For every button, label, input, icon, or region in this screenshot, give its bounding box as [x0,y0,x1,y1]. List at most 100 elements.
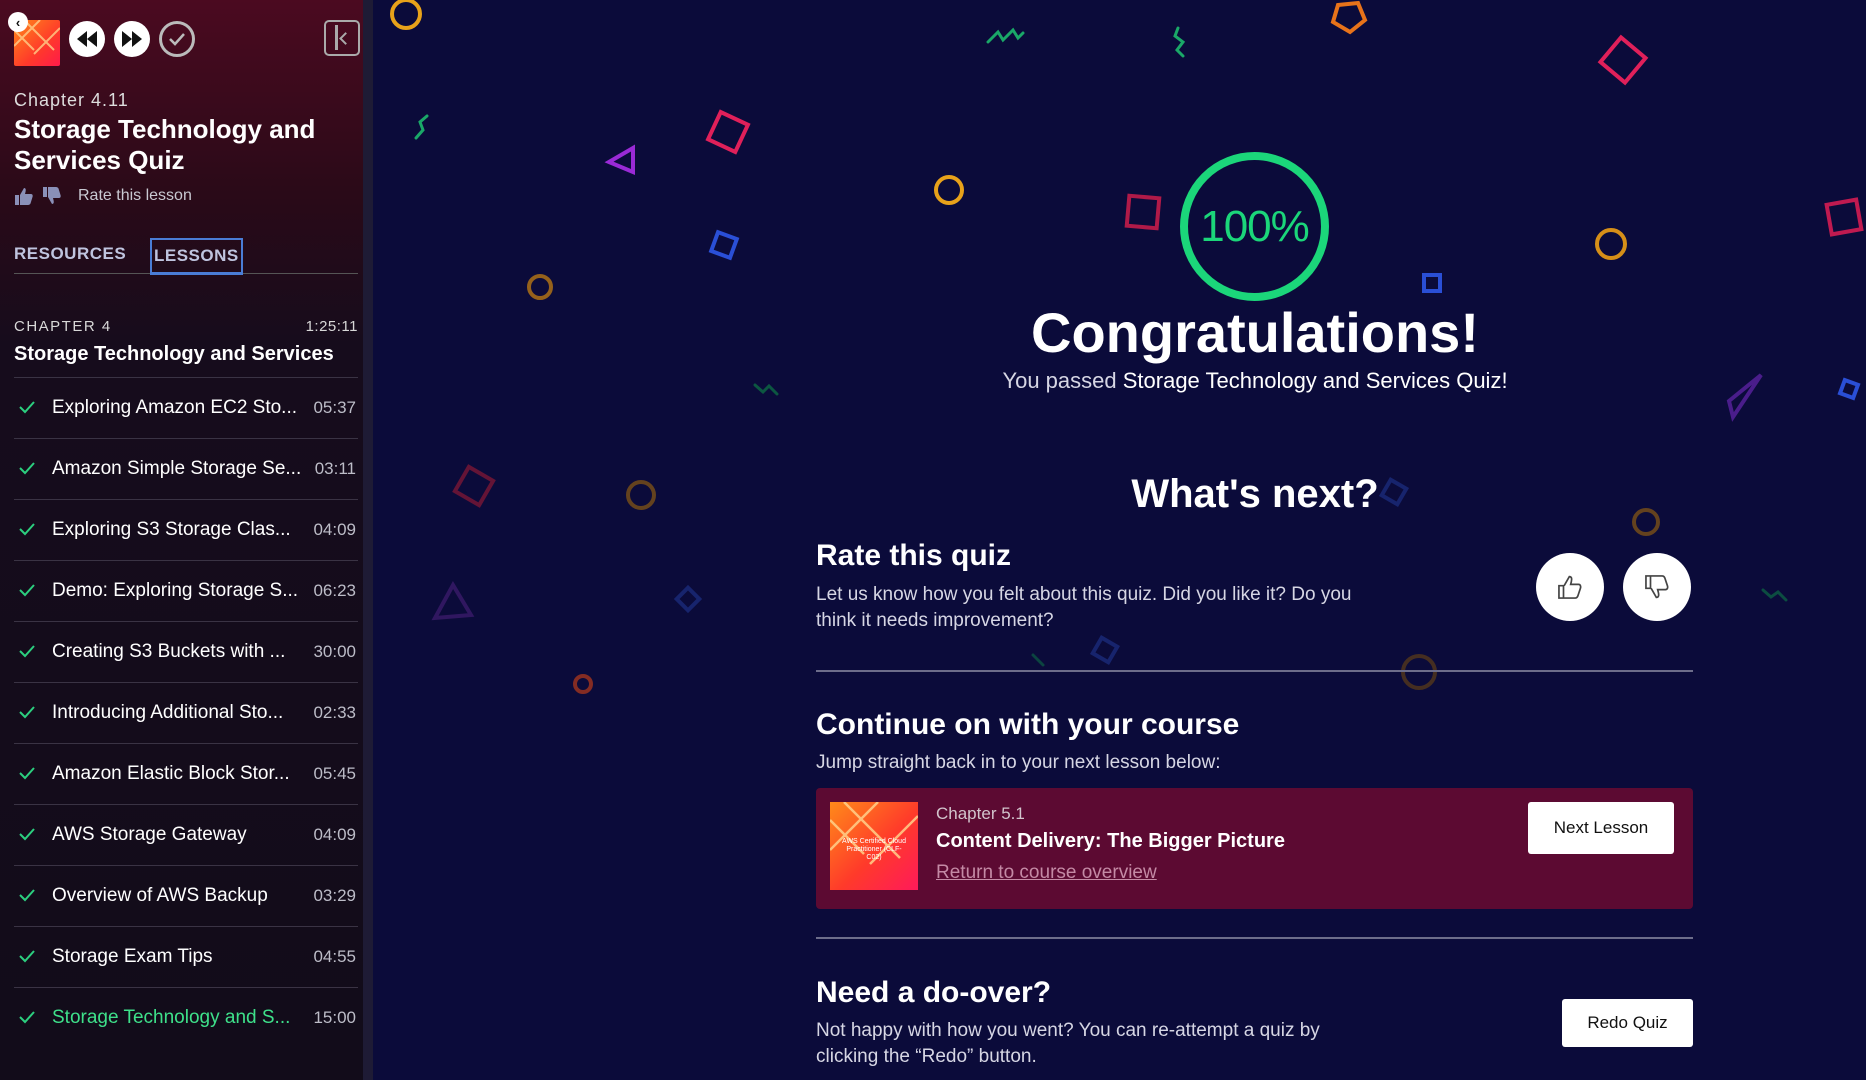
chapter-header: CHAPTER 4 1:25:11 Storage Technology and… [14,318,358,366]
list-item[interactable]: Creating S3 Buckets with ... 30:00 [14,621,358,682]
next-lesson-button[interactable]: Next Lesson [1528,802,1674,854]
list-item[interactable]: Exploring Amazon EC2 Sto... 05:37 [14,377,358,438]
redo-desc-line1: Not happy with how you went? You can re-… [816,1020,1320,1041]
rewind-button[interactable] [69,21,105,57]
lesson-name: Amazon Elastic Block Stor... [52,763,290,784]
sidebar-tabs: RESOURCES LESSONS [14,238,358,275]
rate-quiz-title: Rate this quiz [816,539,1012,572]
congrats-heading: Congratulations! [1031,301,1479,364]
score-ring: 100% [1180,152,1329,301]
check-icon [18,764,38,784]
list-item[interactable]: Overview of AWS Backup 03:29 [14,865,358,926]
thumbs-up-icon [1558,575,1582,599]
thumbs-down-icon [1645,575,1669,599]
next-lesson-chapter: Chapter 5.1 [936,804,1025,823]
redo-title: Need a do-over? [816,976,1052,1009]
lesson-name: Introducing Additional Sto... [52,702,284,723]
lesson-duration: 03:29 [313,886,356,905]
list-item[interactable]: Amazon Elastic Block Stor... 05:45 [14,743,358,804]
redo-desc: Not happy with how you went? You can re-… [816,1018,1320,1070]
tab-resources[interactable]: RESOURCES [14,244,126,264]
fast-forward-icon [122,31,142,47]
rate-lesson-row: Rate this lesson [14,186,192,206]
lesson-name: Storage Exam Tips [52,946,213,967]
check-icon [18,703,38,723]
lesson-name: Storage Technology and S... [52,1007,291,1028]
next-lesson-card: AWS Certified Cloud Practitioner (CLF-C0… [816,788,1693,909]
check-icon [18,1008,38,1028]
chapter-title: Storage Technology and Services [14,343,334,365]
whats-next-heading: What's next? [1131,472,1379,516]
continue-title: Continue on with your course [816,708,1240,741]
quiz-result-panel: 100% Congratulations! You passed Storage… [383,0,1866,1080]
lesson-duration: 02:33 [313,703,356,722]
check-icon [18,825,38,845]
section-divider [816,937,1693,939]
list-item[interactable]: Storage Exam Tips 04:55 [14,926,358,987]
list-item[interactable]: Introducing Additional Sto... 02:33 [14,682,358,743]
section-divider [816,670,1693,672]
lesson-list: Exploring Amazon EC2 Sto... 05:37 Amazon… [14,377,358,1048]
rewind-icon [77,31,97,47]
lesson-name: Demo: Exploring Storage S... [52,580,299,601]
list-item[interactable]: Demo: Exploring Storage S... 06:23 [14,560,358,621]
rate-quiz-desc-line2: think it needs improvement? [816,610,1054,631]
check-icon [18,459,38,479]
lesson-duration: 04:09 [313,520,356,539]
lesson-duration: 05:45 [313,764,356,783]
lesson-name: Amazon Simple Storage Se... [52,458,302,479]
redo-quiz-button[interactable]: Redo Quiz [1562,999,1693,1047]
lesson-duration: 06:23 [313,581,356,600]
passed-message: You passed Storage Technology and Servic… [900,368,1610,394]
next-lesson-thumbnail: AWS Certified Cloud Practitioner (CLF-C0… [830,802,918,890]
rate-lesson-label[interactable]: Rate this lesson [78,187,192,205]
close-icon[interactable]: ‹ [8,12,28,32]
mark-complete-button[interactable] [159,21,195,57]
list-item[interactable]: AWS Storage Gateway 04:09 [14,804,358,865]
lesson-name: Overview of AWS Backup [52,885,268,906]
list-item[interactable]: Exploring S3 Storage Clas... 04:09 [14,499,358,560]
lesson-duration: 04:09 [313,825,356,844]
check-icon [169,33,185,46]
redo-desc-line2: clicking the “Redo” button. [816,1046,1037,1067]
check-icon [18,398,38,418]
lesson-duration: 05:37 [313,398,356,417]
quiz-name: Storage Technology and Services Quiz! [1122,368,1508,393]
check-icon [18,581,38,601]
course-sidebar: ‹ Chapter 4.11 Storage Technology and Se… [0,0,373,1080]
check-icon [18,520,38,540]
chapter-duration: 1:25:11 [305,318,358,335]
lesson-duration: 04:55 [313,947,356,966]
dislike-quiz-button[interactable] [1623,553,1691,621]
confetti-decoration [390,0,1864,694]
continue-desc: Jump straight back in to your next lesso… [816,752,1221,773]
rate-quiz-desc-line1: Let us know how you felt about this quiz… [816,584,1352,605]
list-item[interactable]: Amazon Simple Storage Se... 03:11 [14,438,358,499]
lesson-duration: 03:11 [314,459,356,478]
lesson-duration: 15:00 [313,1008,356,1027]
fast-forward-button[interactable] [114,21,150,57]
like-quiz-button[interactable] [1536,553,1604,621]
lesson-name: Creating S3 Buckets with ... [52,641,286,662]
next-lesson-thumbnail-text: AWS Certified Cloud Practitioner (CLF-C0… [842,838,906,861]
check-icon [18,947,38,967]
check-icon [18,642,38,662]
course-overview-link[interactable]: Return to course overview [936,862,1157,884]
next-lesson-title: Content Delivery: The Bigger Picture [936,830,1285,852]
passed-prefix: You passed [1002,368,1123,393]
collapse-sidebar-button[interactable] [324,20,360,56]
chapter-label: Chapter 4.11 [14,90,129,110]
list-item-current[interactable]: Storage Technology and S... 15:00 [14,987,358,1048]
rate-quiz-desc: Let us know how you felt about this quiz… [816,582,1351,634]
player-controls: ‹ [8,12,360,66]
lesson-name: AWS Storage Gateway [52,824,247,845]
lesson-name: Exploring Amazon EC2 Sto... [52,397,298,418]
score-value: 100% [1200,201,1310,251]
check-icon [18,886,38,906]
lesson-name: Exploring S3 Storage Clas... [52,519,291,540]
thumbs-up-icon[interactable] [14,186,34,206]
thumbs-down-icon[interactable] [42,186,62,206]
lesson-duration: 30:00 [313,642,356,661]
tab-lessons[interactable]: LESSONS [150,238,243,275]
lesson-title: Storage Technology and Services Quiz [14,114,316,175]
